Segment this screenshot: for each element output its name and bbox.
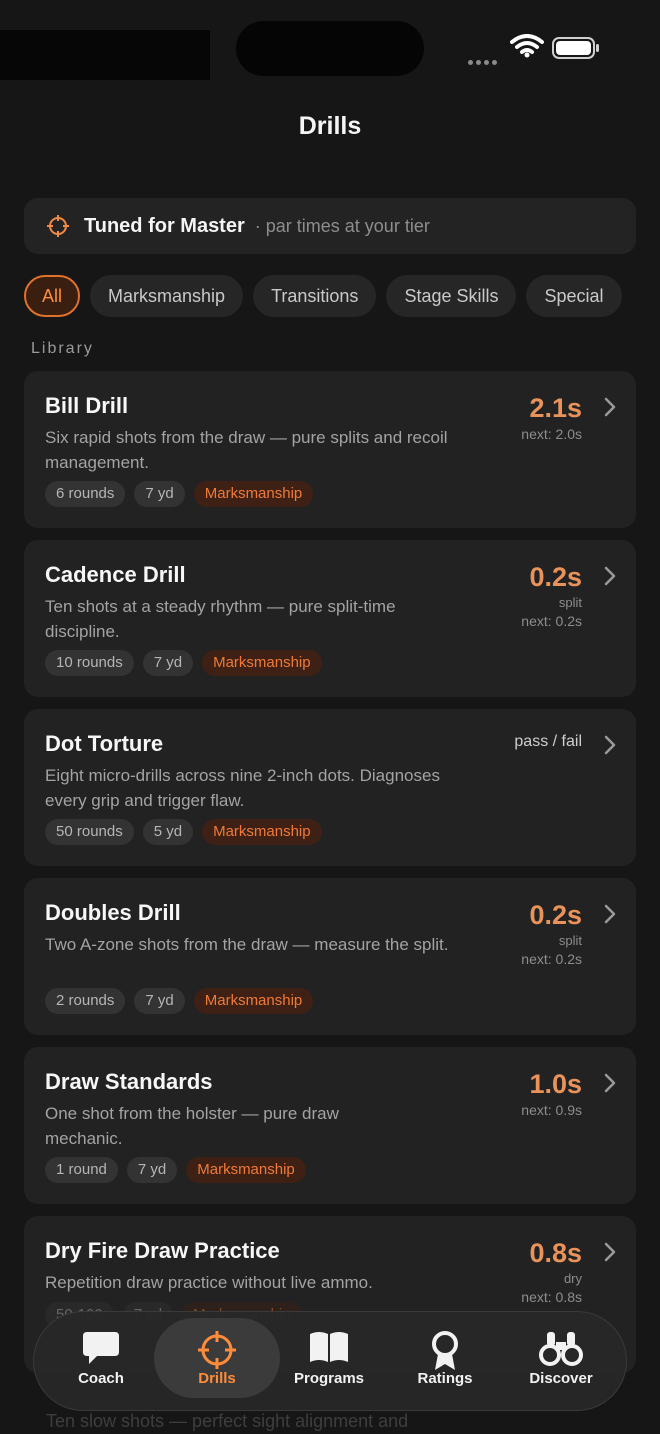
rounds-tag: 6 rounds	[45, 481, 126, 507]
metric-unit: dry	[563, 1271, 582, 1286]
status-time-redacted	[0, 30, 210, 80]
chat-bubble-icon	[42, 1330, 160, 1366]
distance-tag: 7 yd	[142, 650, 194, 676]
filter-chip-stage-skills[interactable]: Stage Skills	[386, 275, 517, 317]
rounds-tag: 2 rounds	[45, 988, 126, 1014]
tier-banner: Tuned for Master · par times at your tie…	[24, 198, 636, 254]
drill-card[interactable]: Draw Standards One shot from the holster…	[24, 1047, 636, 1204]
drill-card[interactable]: Doubles Drill Two A-zone shots from the …	[24, 878, 636, 1035]
par-time: 0.2s	[529, 562, 582, 592]
filter-chips: All Marksmanship Transitions Stage Skills Sp…	[24, 275, 636, 319]
drill-title: Draw Standards	[45, 1069, 213, 1094]
drill-card[interactable]: Cadence Drill Ten shots at a steady rhyt…	[24, 540, 636, 697]
par-metric: 0.8s dry next: 0.8s	[521, 1238, 582, 1305]
wifi-icon	[510, 34, 544, 58]
drill-description: Ten shots at a steady rhythm — pure spli…	[45, 597, 396, 641]
par-metric: pass / fail	[514, 731, 582, 753]
tab-label: Coach	[78, 1370, 124, 1387]
chevron-right-icon	[604, 566, 616, 586]
drill-title: Dry Fire Draw Practice	[45, 1238, 280, 1263]
drill-title: Bill Drill	[45, 393, 129, 418]
drill-description: Two A-zone shots from the draw — measure…	[45, 935, 449, 954]
book-icon	[270, 1330, 388, 1364]
chevron-right-icon	[604, 904, 616, 924]
filter-chip-transitions[interactable]: Transitions	[253, 275, 377, 317]
next-target: next: 2.0s	[521, 426, 582, 442]
tab-label: Discover	[529, 1370, 593, 1387]
chevron-right-icon	[604, 397, 616, 417]
distance-tag: 7 yd	[134, 481, 185, 507]
tab-discover[interactable]: Discover	[502, 1312, 620, 1412]
par-metric: 2.1s next: 2.0s	[521, 393, 582, 442]
next-target: next: 0.2s	[521, 951, 582, 967]
crosshair-icon	[158, 1330, 276, 1370]
category-tag: Marksmanship	[202, 819, 322, 845]
category-tag: Marksmanship	[193, 481, 314, 507]
distance-tag: 5 yd	[142, 819, 194, 845]
par-time: 0.8s	[529, 1238, 582, 1268]
signal-dots-icon	[468, 52, 502, 65]
par-metric: 0.2s split next: 0.2s	[521, 900, 582, 967]
tier-subtitle: · par times at your tier	[254, 215, 430, 236]
par-time: 0.2s	[529, 900, 582, 930]
drill-title: Cadence Drill	[45, 562, 186, 587]
tier-label: Tuned for Master	[84, 214, 245, 237]
section-label: Library	[31, 340, 94, 357]
metric-unit: split	[558, 595, 582, 610]
drill-card[interactable]: Dot Torture Eight micro-drills across ni…	[24, 709, 636, 866]
drill-card[interactable]: Bill Drill Six rapid shots from the draw…	[24, 371, 636, 528]
filter-chip-special[interactable]: Special	[526, 275, 622, 317]
tab-label: Drills	[198, 1370, 236, 1387]
tab-bar: Coach Drills Programs Ratings Discover	[33, 1311, 627, 1411]
chevron-right-icon	[604, 1242, 616, 1262]
drill-title: Dot Torture	[45, 731, 164, 756]
drill-title: Doubles Drill	[45, 900, 181, 925]
drill-description: Repetition draw practice without live am…	[45, 1273, 373, 1292]
metric-unit: split	[558, 933, 582, 948]
category-tag: Marksmanship	[186, 1157, 306, 1183]
drill-description: Six rapid shots from the draw — pure spl…	[45, 428, 448, 472]
award-icon	[386, 1330, 504, 1372]
tab-coach[interactable]: Coach	[42, 1312, 160, 1412]
tab-ratings[interactable]: Ratings	[386, 1312, 504, 1412]
distance-tag: 7 yd	[126, 1157, 178, 1183]
filter-chip-all[interactable]: All	[24, 275, 81, 317]
status-bar	[0, 0, 660, 100]
tab-programs[interactable]: Programs	[270, 1312, 388, 1412]
par-metric: 1.0s next: 0.9s	[521, 1069, 582, 1118]
drill-description: One shot from the holster — pure draw me…	[45, 1104, 339, 1148]
category-tag: Marksmanship	[202, 650, 322, 676]
next-target: next: 0.8s	[521, 1289, 582, 1305]
chevron-right-icon	[604, 1073, 616, 1093]
par-time: 2.1s	[529, 393, 582, 423]
filter-chip-marksmanship[interactable]: Marksmanship	[90, 275, 244, 317]
battery-icon	[552, 37, 599, 59]
binoculars-icon	[502, 1330, 620, 1366]
next-card-description: Ten slow shots — perfect sight alignment…	[46, 1411, 409, 1431]
chevron-right-icon	[604, 735, 616, 755]
rounds-tag: 1 round	[45, 1157, 118, 1183]
dynamic-island	[236, 21, 424, 76]
category-tag: Marksmanship	[193, 988, 314, 1014]
tab-label: Ratings	[417, 1370, 473, 1387]
next-target: next: 0.2s	[521, 613, 582, 629]
par-metric: 0.2s split next: 0.2s	[521, 562, 582, 629]
distance-tag: 7 yd	[134, 988, 185, 1014]
page-title: Drills	[298, 112, 362, 140]
rounds-tag: 50 rounds	[45, 819, 134, 845]
drill-description: Eight micro-drills across nine 2-inch do…	[45, 766, 440, 810]
next-target: next: 0.9s	[521, 1102, 582, 1118]
tab-label: Programs	[293, 1370, 365, 1387]
drill-list: Bill Drill Six rapid shots from the draw…	[24, 371, 636, 1385]
par-time: 1.0s	[529, 1069, 582, 1099]
rounds-tag: 10 rounds	[45, 650, 134, 676]
tab-drills[interactable]: Drills	[154, 1312, 280, 1412]
crosshair-icon	[46, 214, 70, 238]
pass-fail-label: pass / fail	[514, 733, 582, 750]
